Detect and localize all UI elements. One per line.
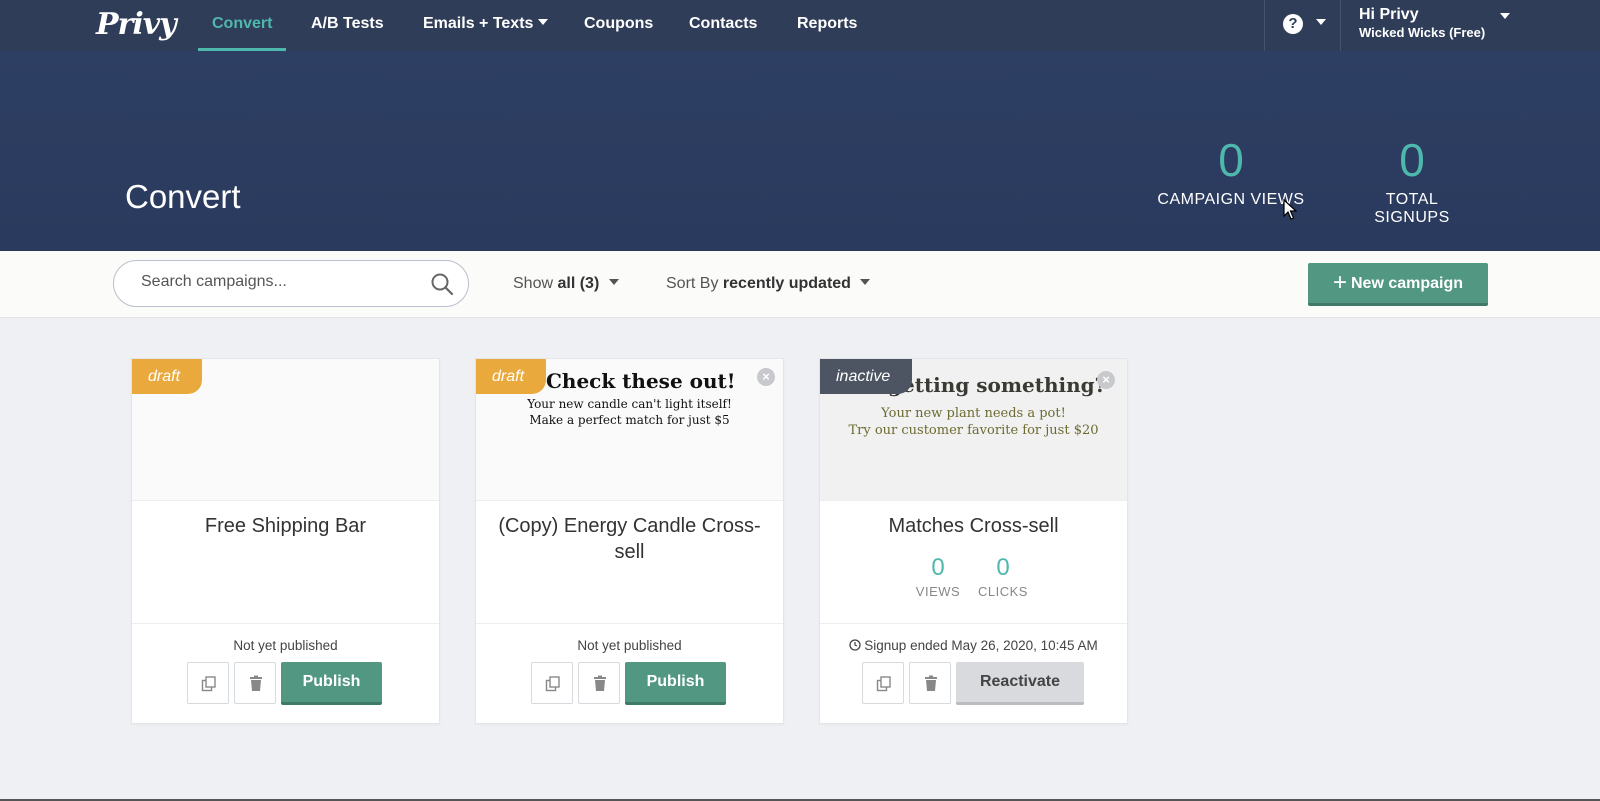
campaign-views-stat: 0 CAMPAIGN VIEWS bbox=[1157, 135, 1305, 209]
trash-icon bbox=[250, 675, 262, 691]
campaign-toolbar: Show all (3) Sort By recently updated +N… bbox=[0, 251, 1600, 318]
mouse-cursor-icon bbox=[1283, 199, 1297, 220]
nav-divider bbox=[1264, 0, 1265, 51]
duplicate-button[interactable] bbox=[531, 662, 573, 704]
caret-down-icon bbox=[538, 19, 549, 26]
signup-ended-text: Signup ended May 26, 2020, 10:45 AM bbox=[864, 638, 1098, 653]
new-campaign-label: New campaign bbox=[1350, 275, 1464, 292]
nav-ab-tests-label: A/B Tests bbox=[311, 15, 384, 32]
card-footer: Signup ended May 26, 2020, 10:45 AM Reac… bbox=[820, 623, 1127, 723]
publish-button[interactable]: Publish bbox=[625, 662, 726, 705]
caret-down-icon bbox=[608, 279, 619, 286]
campaign-title[interactable]: Matches Cross-sell bbox=[820, 513, 1127, 539]
nav-reports-label: Reports bbox=[797, 15, 858, 32]
search-input[interactable] bbox=[141, 273, 421, 291]
show-filter-value: all (3) bbox=[557, 275, 600, 292]
page-title: Convert bbox=[125, 178, 241, 215]
clicks-value: 0 bbox=[996, 554, 1010, 581]
show-filter-dropdown[interactable]: Show all (3) bbox=[513, 275, 619, 293]
reactivate-button[interactable]: Reactivate bbox=[956, 662, 1084, 705]
account-name: Wicked Wicks (Free) bbox=[1359, 25, 1486, 40]
greeting: Hi Privy bbox=[1359, 6, 1419, 23]
card-footer: Not yet published Publish bbox=[132, 623, 439, 723]
account-menu[interactable]: Hi Privy Wicked Wicks (Free) bbox=[1359, 6, 1485, 40]
preview-heading: Check these out! bbox=[546, 369, 736, 393]
show-filter-prefix: Show bbox=[513, 275, 554, 292]
caret-down-icon bbox=[860, 279, 871, 286]
campaign-card[interactable]: Check these out! Your new candle can't l… bbox=[475, 358, 784, 724]
status-badge: draft bbox=[132, 359, 203, 394]
signup-ended-status: Signup ended May 26, 2020, 10:45 AM bbox=[820, 638, 1127, 653]
duplicate-button[interactable] bbox=[187, 662, 229, 704]
duplicate-button[interactable] bbox=[862, 662, 904, 704]
status-badge: inactive bbox=[820, 359, 913, 394]
nav-divider bbox=[1340, 0, 1341, 51]
delete-button[interactable] bbox=[234, 662, 276, 704]
publish-status: Not yet published bbox=[577, 638, 682, 653]
nav-convert[interactable]: Convert bbox=[198, 0, 287, 51]
trash-icon bbox=[925, 675, 937, 691]
campaign-preview[interactable]: getting something? Your new plant needs … bbox=[820, 359, 1127, 501]
sort-dropdown[interactable]: Sort By recently updated bbox=[666, 275, 871, 293]
campaign-preview[interactable]: draft bbox=[132, 359, 439, 501]
nav-reports[interactable]: Reports bbox=[797, 0, 857, 51]
plus-icon: + bbox=[1332, 269, 1347, 296]
close-icon[interactable]: × bbox=[757, 368, 775, 386]
clicks-metric: 0 CLICKS bbox=[975, 554, 1031, 599]
sort-prefix: Sort By bbox=[666, 275, 719, 292]
top-nav: Privy Convert A/B Tests Emails + Texts C… bbox=[0, 0, 1600, 51]
nav-contacts-label: Contacts bbox=[689, 15, 758, 32]
nav-ab-tests[interactable]: A/B Tests bbox=[311, 0, 384, 51]
campaign-title[interactable]: Free Shipping Bar bbox=[132, 513, 439, 539]
delete-button[interactable] bbox=[578, 662, 620, 704]
campaign-title[interactable]: (Copy) Energy Candle Cross-sell bbox=[476, 513, 783, 565]
preview-line: Your new candle can't light itself! bbox=[527, 397, 732, 411]
privy-logo[interactable]: Privy bbox=[96, 7, 177, 42]
close-icon[interactable]: × bbox=[1097, 371, 1115, 389]
views-label: VIEWS bbox=[915, 584, 961, 599]
copy-icon bbox=[545, 676, 560, 692]
clock-icon bbox=[849, 639, 861, 651]
views-metric: 0 VIEWS bbox=[914, 554, 962, 599]
copy-icon bbox=[876, 676, 891, 692]
preview-heading: getting something? bbox=[888, 373, 1107, 397]
campaign-preview[interactable]: Check these out! Your new candle can't l… bbox=[476, 359, 783, 501]
account-caret-down-icon[interactable] bbox=[1500, 13, 1510, 19]
views-value: 0 bbox=[931, 554, 945, 581]
delete-button[interactable] bbox=[909, 662, 951, 704]
help-caret-down-icon[interactable] bbox=[1316, 19, 1326, 25]
nav-coupons[interactable]: Coupons bbox=[584, 0, 653, 51]
publish-status: Not yet published bbox=[233, 638, 338, 653]
campaign-views-value: 0 bbox=[1218, 134, 1244, 186]
clicks-label: CLICKS bbox=[978, 584, 1028, 599]
hero-banner: Convert 0 CAMPAIGN VIEWS 0 TOTAL SIGNUPS bbox=[0, 51, 1600, 251]
preview-line: Make a perfect match for just $5 bbox=[529, 413, 730, 427]
trash-icon bbox=[594, 675, 606, 691]
total-signups-stat: 0 TOTAL SIGNUPS bbox=[1346, 135, 1478, 227]
card-footer: Not yet published Publish bbox=[476, 623, 783, 723]
nav-convert-label: Convert bbox=[212, 15, 273, 32]
publish-button[interactable]: Publish bbox=[281, 662, 382, 705]
total-signups-value: 0 bbox=[1399, 134, 1425, 186]
nav-emails-texts[interactable]: Emails + Texts bbox=[423, 0, 549, 51]
total-signups-label: TOTAL SIGNUPS bbox=[1374, 191, 1450, 226]
question-circle-icon[interactable]: ? bbox=[1283, 14, 1303, 34]
nav-coupons-label: Coupons bbox=[584, 15, 654, 32]
status-badge: draft bbox=[476, 359, 547, 394]
preview-line: Try our customer favorite for just $20 bbox=[848, 423, 1099, 438]
nav-contacts[interactable]: Contacts bbox=[689, 0, 757, 51]
search-icon[interactable] bbox=[430, 272, 454, 296]
preview-line: Your new plant needs a pot! bbox=[881, 406, 1066, 421]
nav-emails-texts-label: Emails + Texts bbox=[423, 15, 534, 32]
search-box[interactable] bbox=[113, 260, 469, 307]
copy-icon bbox=[201, 676, 216, 692]
new-campaign-button[interactable]: + New campaign bbox=[1308, 263, 1488, 306]
campaign-card[interactable]: getting something? Your new plant needs … bbox=[819, 358, 1128, 724]
campaign-card[interactable]: draft Free Shipping Bar Not yet publishe… bbox=[131, 358, 440, 724]
sort-value: recently updated bbox=[722, 275, 851, 292]
